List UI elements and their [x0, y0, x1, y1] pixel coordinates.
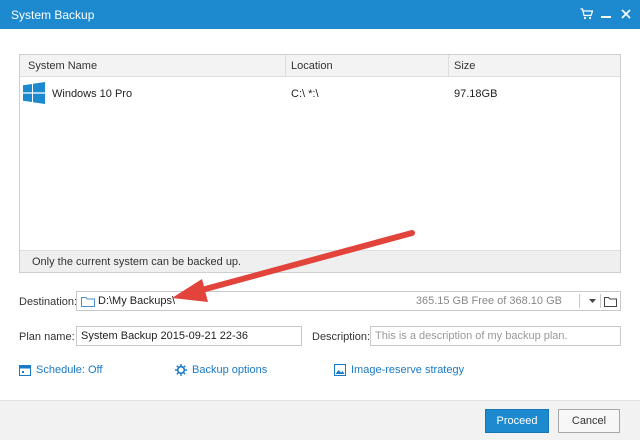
size-cell: 97.18GB	[454, 88, 498, 100]
proceed-button[interactable]: Proceed	[485, 409, 549, 433]
destination-dropdown-button[interactable]	[584, 292, 600, 310]
schedule-label: Schedule: Off	[36, 364, 103, 376]
column-divider	[285, 55, 286, 77]
column-divider	[448, 55, 449, 77]
destination-free-space: 365.15 GB Free of 368.10 GB	[415, 295, 562, 307]
image-icon	[334, 364, 346, 376]
field-divider	[579, 294, 580, 308]
system-list: System Name Location Size Windows 10 Pro…	[19, 54, 621, 273]
browse-folder-icon	[603, 296, 617, 307]
system-list-header: System Name Location Size	[20, 55, 620, 77]
plan-name-label: Plan name:	[19, 331, 75, 343]
description-input[interactable]	[370, 326, 621, 346]
cart-icon[interactable]	[578, 6, 594, 22]
destination-field[interactable]: D:\My Backups\ 365.15 GB Free of 368.10 …	[76, 291, 621, 311]
windows-logo-icon	[23, 82, 45, 104]
system-list-footer: Only the current system can be backed up…	[20, 250, 620, 272]
location-cell: C:\ *:\	[291, 88, 319, 100]
column-header-size[interactable]: Size	[454, 60, 475, 72]
image-reserve-link[interactable]: Image-reserve strategy	[334, 364, 464, 376]
destination-label: Destination:	[19, 296, 78, 308]
backup-options-label: Backup options	[192, 364, 268, 376]
title-bar: System Backup	[0, 0, 640, 29]
footer-note: Only the current system can be backed up…	[32, 256, 242, 268]
chevron-down-icon	[588, 299, 596, 303]
description-label: Description:	[312, 331, 371, 343]
image-reserve-label: Image-reserve strategy	[351, 364, 465, 376]
system-name-cell: Windows 10 Pro	[52, 88, 133, 100]
column-header-location[interactable]: Location	[291, 60, 333, 72]
column-header-system-name[interactable]: System Name	[28, 60, 97, 72]
close-icon[interactable]	[618, 6, 634, 22]
title-bar-controls	[578, 6, 634, 22]
cancel-button[interactable]: Cancel	[558, 409, 620, 433]
schedule-link[interactable]: Schedule: Off	[19, 364, 102, 376]
calendar-icon	[19, 365, 31, 376]
window-title: System Backup	[11, 8, 95, 22]
gear-icon	[175, 364, 187, 376]
destination-path: D:\My Backups\	[98, 295, 176, 307]
field-divider	[600, 294, 601, 308]
folder-icon	[81, 296, 95, 310]
browse-folder-button[interactable]	[602, 292, 618, 310]
minimize-icon[interactable]	[598, 6, 614, 22]
backup-options-link[interactable]: Backup options	[175, 364, 267, 376]
table-row[interactable]: Windows 10 Pro C:\ *:\ 97.18GB	[20, 78, 620, 106]
plan-name-input[interactable]	[76, 326, 302, 346]
